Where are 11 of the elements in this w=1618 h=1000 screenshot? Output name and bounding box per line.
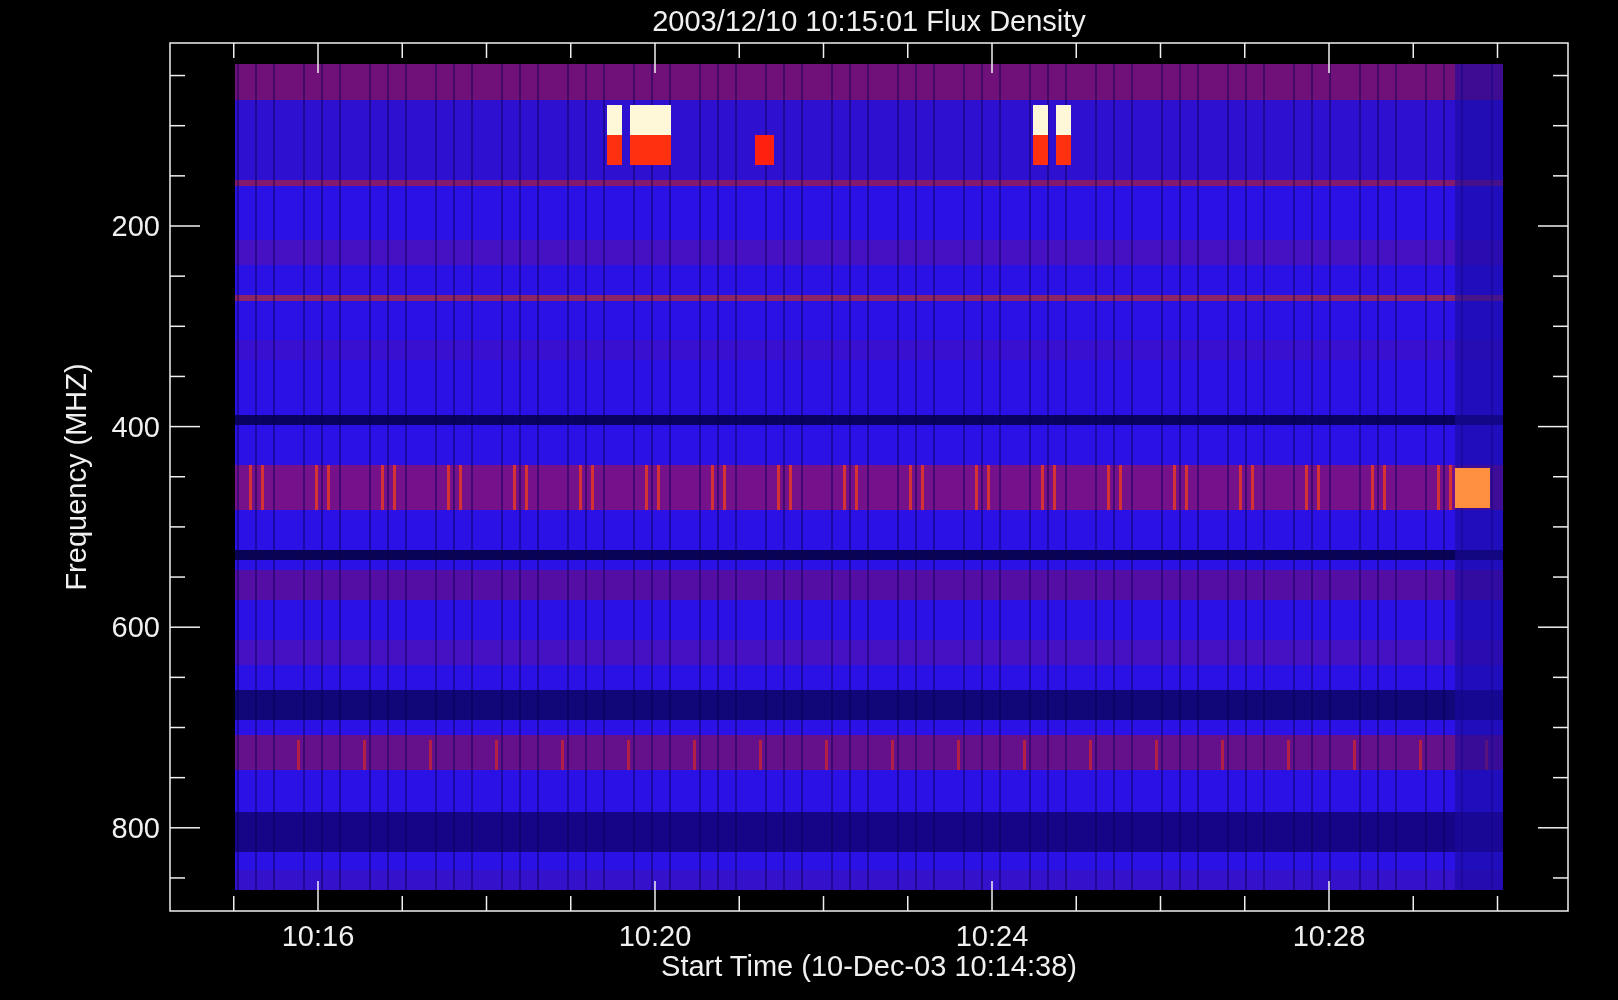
chart-title: 2003/12/10 10:15:01 Flux Density <box>652 5 1086 37</box>
x-tick-label: 10:16 <box>281 920 355 952</box>
y-tick-label: 800 <box>111 811 160 844</box>
y-axis-label: Frequency (MHZ) <box>60 363 92 591</box>
y-tick-label: 200 <box>111 210 160 242</box>
y-tick-label: 600 <box>111 611 160 644</box>
y-tick-label: 400 <box>111 410 160 443</box>
x-axis-label: Start Time (10-Dec-03 10:14:38) <box>661 950 1077 982</box>
x-tick-label: 10:20 <box>618 920 692 952</box>
x-tick-label: 10:24 <box>955 920 1029 952</box>
x-tick-label: 10:28 <box>1292 920 1366 952</box>
